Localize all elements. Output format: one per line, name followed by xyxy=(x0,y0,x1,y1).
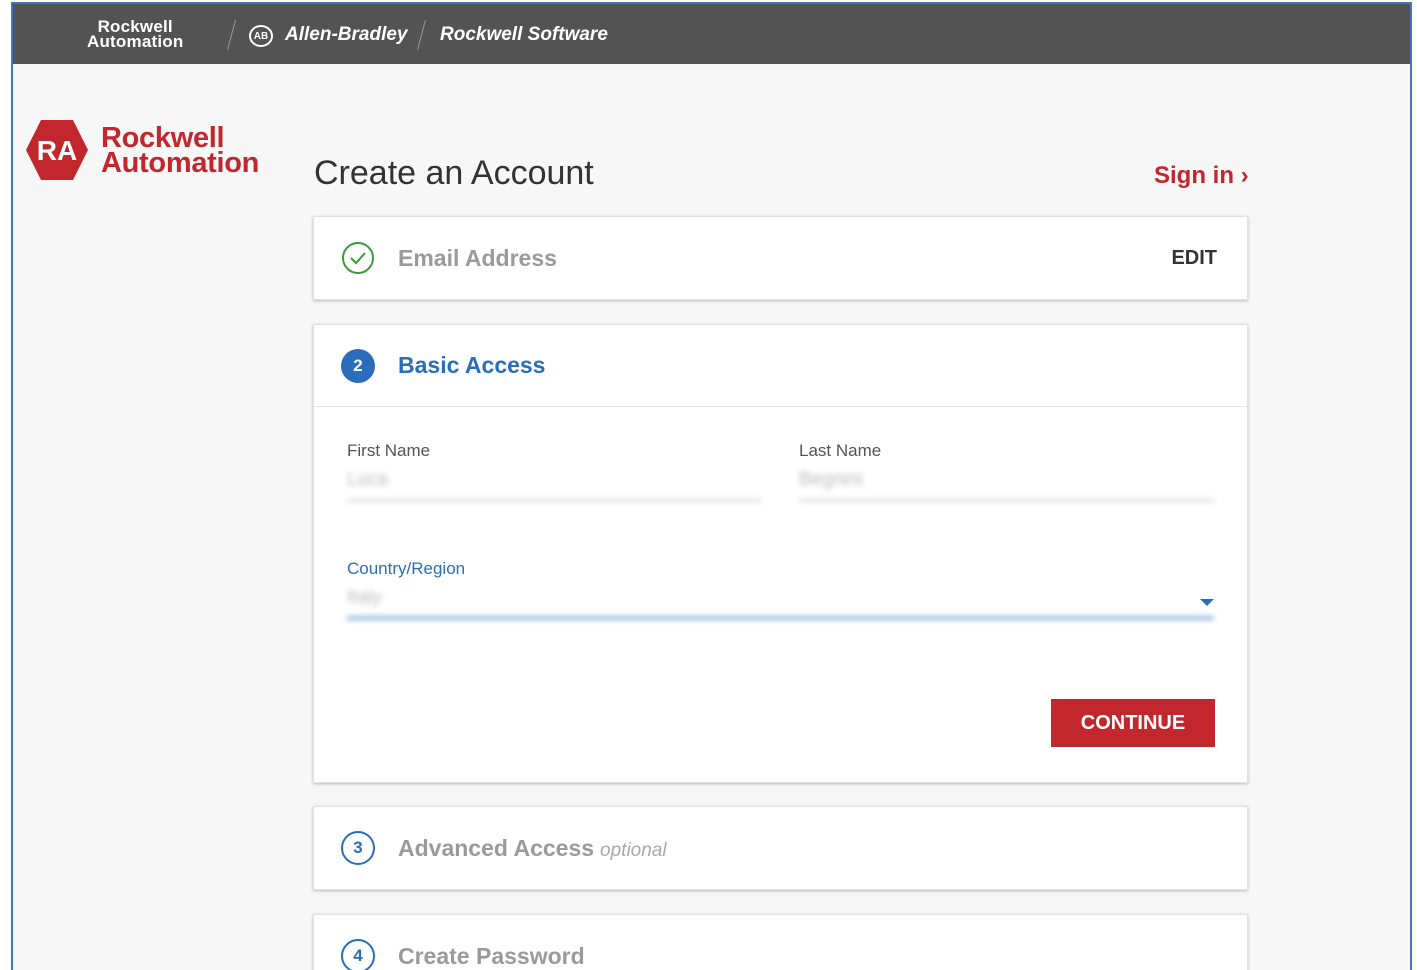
step-advanced-title: Advanced Access optional xyxy=(398,835,667,862)
continue-button[interactable]: CONTINUE xyxy=(1051,699,1215,747)
check-circle-icon xyxy=(342,242,374,274)
step-number-badge: 4 xyxy=(341,939,375,970)
ra-logo-icon: RA xyxy=(26,120,88,180)
last-name-label: Last Name xyxy=(799,441,882,460)
first-name-label: First Name xyxy=(347,441,431,460)
country-region-label: Country/Region xyxy=(347,559,466,578)
step-email-title: Email Address xyxy=(398,244,557,271)
step-password-header: 4 Create Password xyxy=(314,915,1247,970)
last-name-input[interactable]: Begnini xyxy=(799,461,1214,501)
optional-note: optional xyxy=(600,839,667,861)
step-number-badge: 3 xyxy=(341,831,375,865)
edit-email-button[interactable]: EDIT xyxy=(1171,247,1217,270)
svg-text:RA: RA xyxy=(37,135,77,166)
step-basic-title: Basic Access xyxy=(398,352,546,378)
rockwell-software-link[interactable]: Rockwell Software xyxy=(440,24,608,46)
page-title: Create an Account xyxy=(314,154,594,192)
step-password-card[interactable]: 4 Create Password xyxy=(313,914,1248,970)
dropdown-caret-icon[interactable] xyxy=(1200,599,1214,606)
divider xyxy=(226,20,237,50)
step-basic-card: 2 Basic Access First Name Luca Last Name… xyxy=(313,324,1248,783)
logo-wordmark: Rockwell Automation xyxy=(101,124,260,179)
step-advanced-title-text: Advanced Access xyxy=(398,834,595,861)
step-basic-header: 2 Basic Access xyxy=(314,325,1247,407)
rockwell-automation-topbar-link[interactable]: Rockwell Automation xyxy=(87,18,184,51)
first-name-field: First Name Luca xyxy=(347,441,762,501)
sign-in-link[interactable]: Sign in › xyxy=(1154,162,1249,190)
first-name-input[interactable]: Luca xyxy=(347,461,762,501)
step-password-title: Create Password xyxy=(398,942,585,969)
step-email-card: Email Address EDIT xyxy=(313,216,1248,300)
country-region-select[interactable]: Italy xyxy=(347,579,1214,619)
allen-bradley-link[interactable]: Allen-Bradley xyxy=(285,24,407,46)
topbar-brand-line2: Automation xyxy=(87,32,184,51)
step-email-header: Email Address EDIT xyxy=(314,217,1247,299)
allen-bradley-logo-icon: AB xyxy=(249,25,273,47)
top-brand-bar: Rockwell Automation AB Allen-Bradley Roc… xyxy=(13,4,1410,64)
step-number-badge: 2 xyxy=(341,348,375,383)
browser-frame: Rockwell Automation AB Allen-Bradley Roc… xyxy=(11,2,1412,970)
last-name-field: Last Name Begnini xyxy=(799,441,1214,501)
divider xyxy=(416,20,427,50)
step-advanced-card[interactable]: 3 Advanced Access optional xyxy=(313,806,1248,890)
logo-line2: Automation xyxy=(101,147,260,179)
country-region-field[interactable]: Country/Region Italy xyxy=(347,559,1214,619)
step-advanced-header: 3 Advanced Access optional xyxy=(314,807,1247,889)
